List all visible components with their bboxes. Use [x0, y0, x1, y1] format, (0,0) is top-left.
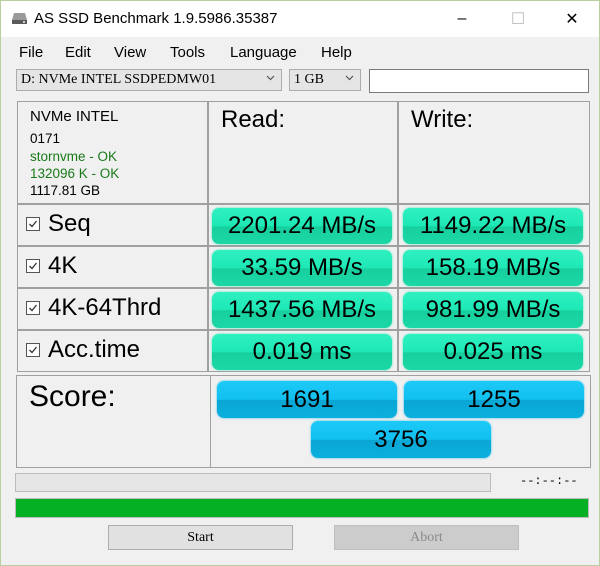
4k64-write-result: 981.99 MB/s	[403, 292, 583, 328]
seq-read-result: 2201.24 MB/s	[212, 208, 392, 244]
4k64-checkbox[interactable]	[26, 301, 40, 315]
score-write: 1255	[404, 381, 584, 418]
test-row-4k64: 4K-64Thrd	[17, 288, 208, 330]
menu-tools[interactable]: Tools	[170, 44, 205, 61]
close-button[interactable]: ✕	[549, 1, 595, 37]
drive-firmware: 0171	[30, 131, 61, 146]
acctime-checkbox[interactable]	[26, 343, 40, 357]
read-header: Read:	[221, 106, 286, 133]
drive-select[interactable]: D: NVMe INTEL SSDPEDMW01	[16, 69, 282, 91]
menu-edit[interactable]: Edit	[65, 44, 91, 61]
write-header: Write:	[411, 106, 474, 133]
check-icon	[29, 304, 38, 312]
acctime-read-result: 0.019 ms	[212, 334, 392, 370]
results-grid: NVMe INTEL 0171 stornvme - OK 132096 K -…	[16, 101, 599, 469]
score-total: 3756	[311, 421, 491, 458]
acctime-write-result: 0.025 ms	[403, 334, 583, 370]
test-row-acctime: Acc.time	[17, 330, 208, 372]
4k-read-result: 33.59 MB/s	[212, 250, 392, 286]
seq-write-result: 1149.22 MB/s	[403, 208, 583, 244]
drive-capacity: 1117.81 GB	[30, 183, 101, 198]
app-window: AS SSD Benchmark 1.9.5986.35387 – ☐ ✕ Fi…	[0, 0, 600, 566]
score-panel: Score: 1691 1255 3756	[16, 375, 591, 468]
seq-checkbox[interactable]	[26, 217, 40, 231]
4k64-write-cell: 981.99 MB/s	[398, 288, 590, 330]
current-test-progress	[15, 473, 491, 492]
alignment-status: 132096 K - OK	[30, 166, 120, 181]
title-bar: AS SSD Benchmark 1.9.5986.35387 – ☐ ✕	[1, 1, 599, 37]
seq-write-cell: 1149.22 MB/s	[398, 204, 590, 246]
seq-label: Seq	[48, 210, 91, 237]
4k64-label: 4K-64Thrd	[48, 294, 162, 321]
window-title: AS SSD Benchmark 1.9.5986.35387	[34, 10, 278, 27]
overall-progress-fill	[16, 499, 588, 517]
minimize-icon: –	[457, 10, 467, 27]
4k-checkbox[interactable]	[26, 259, 40, 273]
close-icon: ✕	[565, 11, 579, 28]
menu-file[interactable]: File	[19, 44, 43, 61]
drive-model: NVMe INTEL	[30, 108, 119, 125]
abort-button[interactable]: Abort	[334, 525, 519, 550]
read-header-cell: Read:	[208, 101, 398, 204]
chevron-down-icon	[345, 75, 354, 81]
menu-view[interactable]: View	[114, 44, 146, 61]
menu-language[interactable]: Language	[230, 44, 297, 61]
4k64-read-result: 1437.56 MB/s	[212, 292, 392, 328]
menu-bar: File Edit View Tools Language Help	[1, 39, 599, 65]
maximize-button[interactable]: ☐	[495, 1, 541, 37]
test-row-seq: Seq	[17, 204, 208, 246]
check-icon	[29, 220, 38, 228]
menu-help[interactable]: Help	[321, 44, 352, 61]
check-icon	[29, 346, 38, 354]
test-row-4k: 4K	[17, 246, 208, 288]
score-read: 1691	[217, 381, 397, 418]
seq-read-cell: 2201.24 MB/s	[208, 204, 398, 246]
score-label: Score:	[29, 380, 116, 413]
4k-write-cell: 158.19 MB/s	[398, 246, 590, 288]
4k-read-cell: 33.59 MB/s	[208, 246, 398, 288]
drive-info-panel: NVMe INTEL 0171 stornvme - OK 132096 K -…	[17, 101, 208, 204]
size-select-value: 1 GB	[294, 72, 324, 87]
check-icon	[29, 262, 38, 270]
drive-app-icon	[12, 13, 27, 24]
maximize-icon: ☐	[510, 11, 526, 28]
4k-write-result: 158.19 MB/s	[403, 250, 583, 286]
minimize-button[interactable]: –	[439, 1, 485, 37]
acctime-label: Acc.time	[48, 336, 141, 363]
score-divider	[210, 376, 211, 467]
size-select[interactable]: 1 GB	[289, 69, 361, 91]
notes-input[interactable]	[369, 69, 589, 93]
overall-progress	[15, 498, 589, 518]
driver-status: stornvme - OK	[30, 149, 118, 164]
acctime-read-cell: 0.019 ms	[208, 330, 398, 372]
acctime-write-cell: 0.025 ms	[398, 330, 590, 372]
chevron-down-icon	[266, 75, 275, 81]
start-button[interactable]: Start	[108, 525, 293, 550]
drive-select-value: D: NVMe INTEL SSDPEDMW01	[21, 72, 217, 87]
4k64-read-cell: 1437.56 MB/s	[208, 288, 398, 330]
write-header-cell: Write:	[398, 101, 590, 204]
elapsed-time: --:--:--	[520, 474, 578, 488]
4k-label: 4K	[48, 252, 78, 279]
